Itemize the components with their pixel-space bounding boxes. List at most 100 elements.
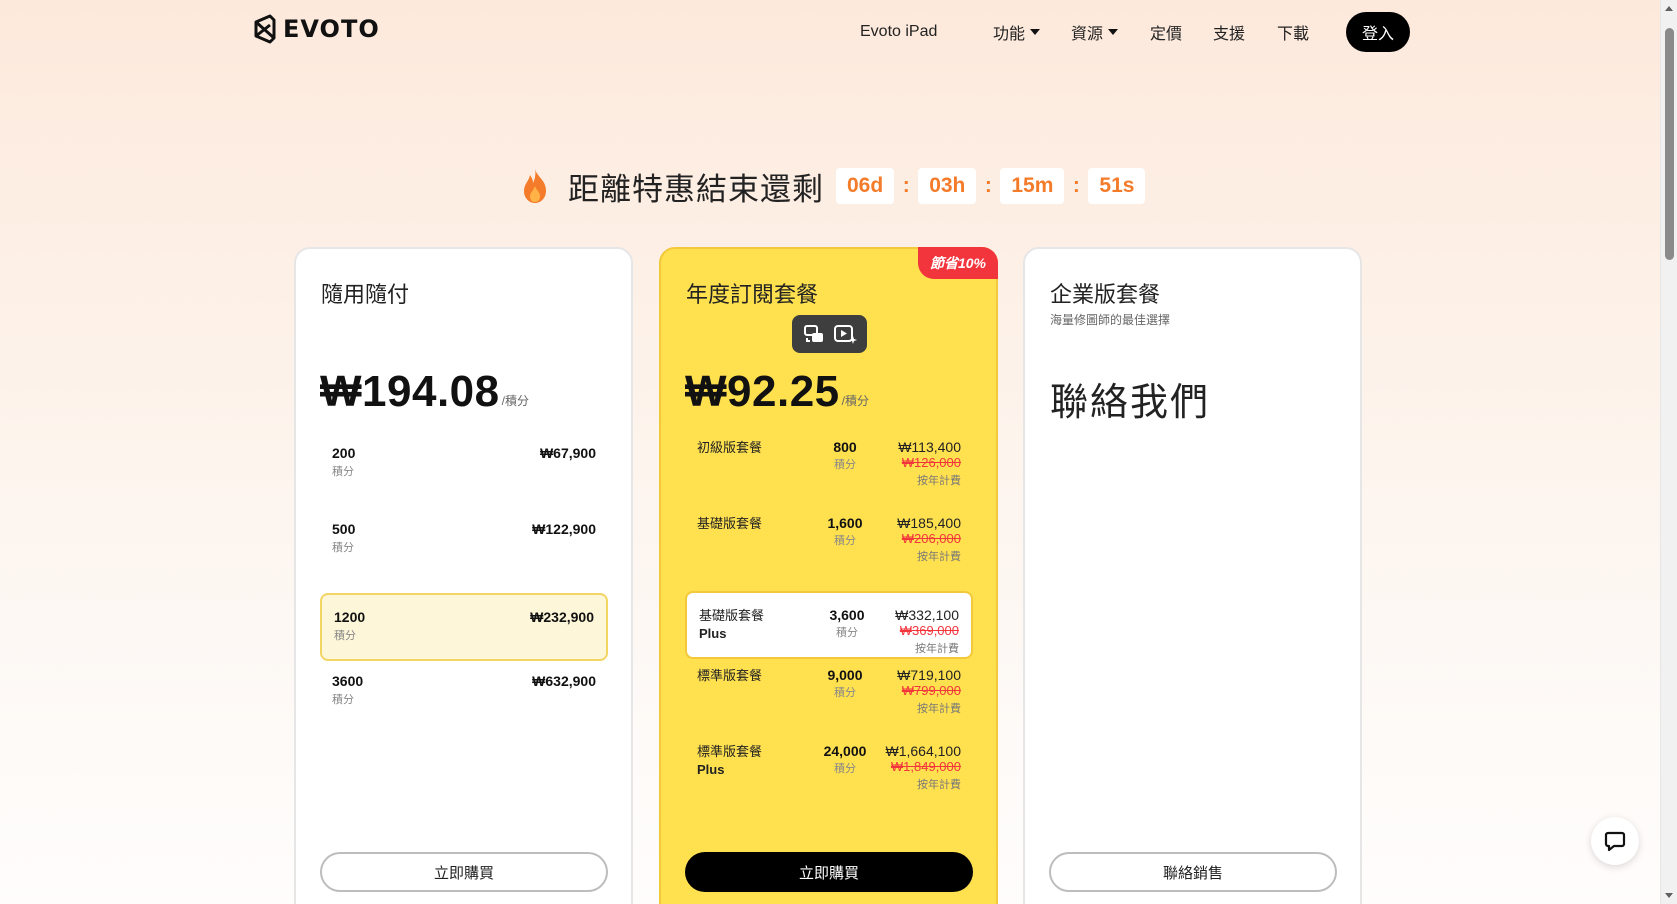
annual-buy-button[interactable]: 立即購買: [685, 852, 973, 892]
plan-credits-label: 積分: [834, 687, 856, 699]
login-button[interactable]: 登入: [1346, 12, 1410, 52]
plan-name: 標準版套餐: [697, 667, 762, 685]
chat-button[interactable]: [1591, 817, 1639, 865]
plan-name-text: 基礎版套餐: [699, 608, 765, 623]
option-credits-label: 積分: [332, 542, 354, 554]
scrollbar-thumb[interactable]: [1665, 28, 1674, 260]
plan-name-suffix: Plus: [697, 762, 725, 777]
plan-original-price: ₩206,000: [901, 531, 961, 546]
plan-billing-note: 按年計費: [917, 551, 961, 563]
plan-credits: 24,000: [823, 743, 867, 759]
countdown-separator: :: [984, 174, 992, 197]
caret-down-icon: [1030, 29, 1041, 35]
annual-option-basic[interactable]: 基礎版套餐 1,600 積分 ₩185,400 ₩206,000 按年計費: [685, 501, 973, 569]
play-sparkle-icon[interactable]: [833, 322, 858, 346]
plan-price: ₩719,100: [897, 667, 961, 683]
option-credits-label: 積分: [332, 466, 354, 478]
nav-pricing[interactable]: 定價: [1150, 20, 1182, 44]
plan-name-suffix: Plus: [699, 626, 727, 641]
nav-resources-label: 資源: [1071, 26, 1104, 43]
option-credits: 3600: [332, 673, 364, 689]
nav-evoto-ipad-label: Evoto iPad: [860, 23, 938, 40]
scroll-up-arrow-icon[interactable]: [1665, 6, 1673, 11]
payg-title: 隨用隨付: [321, 282, 410, 307]
nav-download[interactable]: 下載: [1277, 20, 1309, 44]
payg-price: ₩194.08: [320, 367, 500, 416]
annual-option-basic-plus-selected[interactable]: 基礎版套餐 Plus 3,600 積分 ₩332,100 ₩369,000 按年計…: [685, 591, 973, 659]
plan-name: 標準版套餐 Plus: [697, 743, 762, 779]
payg-option-3600[interactable]: 3600 積分 ₩632,900: [320, 659, 608, 727]
plan-credits-label: 積分: [836, 627, 858, 639]
plan-price: ₩332,100: [895, 607, 959, 623]
plan-name: 初級版套餐: [697, 439, 762, 457]
option-credits: 500: [332, 521, 356, 537]
page-scrollbar[interactable]: [1660, 0, 1677, 904]
plan-price: ₩1,664,100: [885, 743, 962, 759]
payg-option-1200-selected[interactable]: 1200 積分 ₩232,900: [320, 593, 608, 661]
countdown-separator: :: [902, 174, 910, 197]
plan-credits-label: 積分: [834, 763, 856, 775]
evoto-logo[interactable]: EVOTO: [253, 14, 380, 44]
plan-name-text: 基礎版套餐: [697, 516, 763, 531]
plan-credits: 9,000: [827, 667, 863, 683]
nav-support[interactable]: 支援: [1213, 20, 1245, 44]
plan-original-price: ₩799,000: [901, 683, 961, 698]
chat-bubble-icon: [1604, 831, 1626, 852]
payg-buy-button[interactable]: 立即購買: [320, 852, 608, 892]
option-credits: 200: [332, 445, 356, 461]
nav-pricing-label: 定價: [1150, 26, 1183, 43]
plan-credits: 3,600: [829, 607, 865, 623]
countdown-hours: 03h: [918, 168, 977, 204]
enterprise-title: 企業版套餐: [1050, 282, 1161, 307]
plan-credits: 1,600: [827, 515, 863, 531]
plan-price: ₩113,400: [898, 439, 961, 455]
option-price: ₩232,900: [530, 609, 594, 625]
payg-plan-card: 隨用隨付 ₩194.08 /積分 200 積分 ₩67,900 500 積分 ₩…: [294, 247, 633, 904]
contact-sales-button[interactable]: 聯絡銷售: [1049, 852, 1337, 892]
annual-option-standard[interactable]: 標準版套餐 9,000 積分 ₩719,100 ₩799,000 按年計費: [685, 653, 973, 721]
plan-original-price: ₩1,849,000: [890, 759, 961, 774]
plan-price: ₩185,400: [897, 515, 961, 531]
flame-icon: [524, 169, 546, 203]
nav-features-label: 功能: [993, 26, 1026, 43]
pip-swap-icon[interactable]: [802, 322, 826, 346]
countdown-minutes: 15m: [1000, 168, 1065, 204]
plan-billing-note: 按年計費: [917, 779, 961, 791]
page: EVOTO Evoto iPad 功能 資源 定價 支援 下載 登入 距離特惠結…: [0, 0, 1660, 904]
enterprise-plan-card: 企業版套餐 海量修圖師的最佳選擇 聯絡我們 聯絡銷售: [1023, 247, 1362, 904]
option-price: ₩67,900: [539, 445, 596, 461]
nav-evoto-ipad[interactable]: Evoto iPad: [860, 23, 937, 41]
evoto-logo-icon: [254, 14, 276, 44]
annual-option-starter[interactable]: 初級版套餐 800 積分 ₩113,400 ₩126,000 按年計費: [685, 425, 973, 493]
sale-countdown: 距離特惠結束還剩 06d : 03h : 15m : 51s: [520, 166, 1146, 207]
plan-original-price: ₩369,000: [899, 623, 959, 638]
plan-credits: 800: [833, 439, 857, 455]
option-credits-label: 積分: [334, 630, 356, 642]
save-badge: 節省10%: [918, 247, 998, 279]
annual-option-standard-plus[interactable]: 標準版套餐 Plus 24,000 積分 ₩1,664,100 ₩1,849,00…: [685, 729, 973, 797]
scroll-down-arrow-icon[interactable]: [1665, 893, 1673, 898]
nav-resources[interactable]: 資源: [1071, 20, 1119, 44]
plan-original-price: ₩126,000: [901, 455, 961, 470]
annual-price: ₩92.25: [685, 367, 840, 416]
countdown-seconds: 51s: [1088, 168, 1146, 204]
plan-name: 基礎版套餐: [697, 515, 762, 533]
plan-name-text: 初級版套餐: [697, 440, 763, 455]
payg-option-200[interactable]: 200 積分 ₩67,900: [320, 431, 608, 499]
payg-price-unit: /積分: [501, 394, 529, 408]
option-credits-label: 積分: [332, 694, 354, 706]
enterprise-contact-heading: 聯絡我們: [1050, 382, 1211, 424]
countdown-label: 距離特惠結束還剩: [568, 171, 824, 207]
brand-name: EVOTO: [283, 15, 380, 43]
countdown-days: 06d: [836, 168, 895, 204]
caret-down-icon: [1108, 29, 1119, 35]
enterprise-subtitle: 海量修圖師的最佳選擇: [1050, 313, 1171, 327]
payg-option-500[interactable]: 500 積分 ₩122,900: [320, 507, 608, 575]
option-price: ₩632,900: [532, 673, 596, 689]
countdown-separator: :: [1072, 174, 1080, 197]
option-credits: 1200: [334, 609, 366, 625]
option-price: ₩122,900: [532, 521, 596, 537]
plan-name-text: 標準版套餐: [697, 744, 763, 759]
nav-support-label: 支援: [1213, 26, 1246, 43]
nav-features[interactable]: 功能: [993, 20, 1041, 44]
